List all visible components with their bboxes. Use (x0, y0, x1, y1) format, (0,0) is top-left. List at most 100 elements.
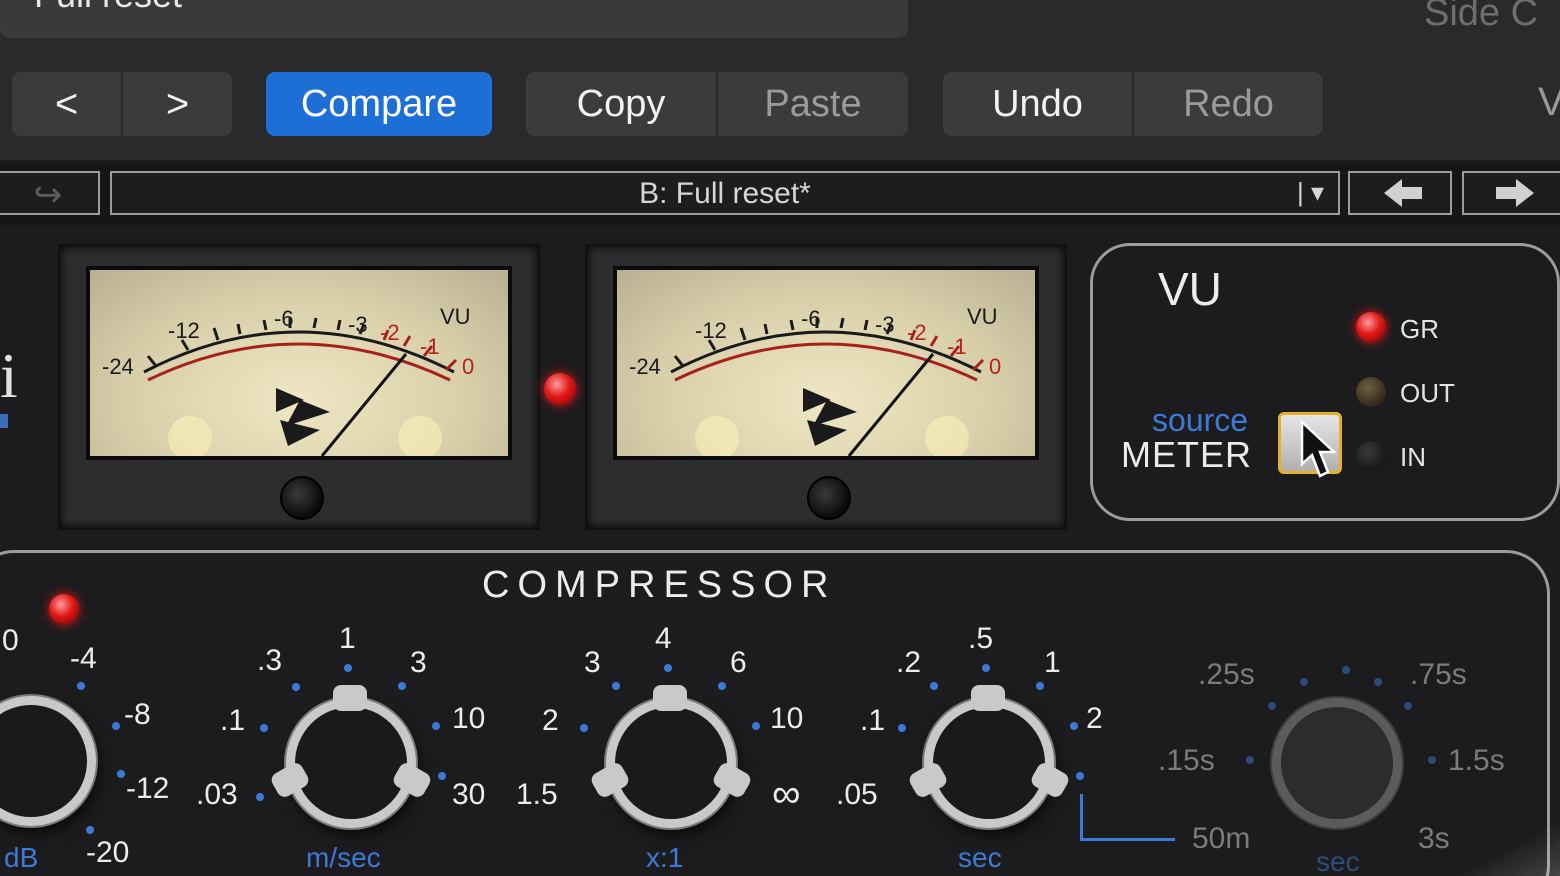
vu-meter-left: -24 -12 -6 -3 VU -2 -1 0 (58, 244, 540, 530)
release-knob[interactable] (906, 685, 1072, 828)
attack-tick (432, 722, 440, 730)
ratio-scale-label: 1.5 (516, 778, 558, 811)
copy-button[interactable]: Copy (526, 72, 716, 136)
vu-scale-label: -3 (348, 312, 368, 337)
vu-scale-label: -2 (907, 320, 927, 345)
plugin-redo-button[interactable]: ↪ (0, 171, 100, 215)
preset-menu-label: Full reset (34, 0, 182, 16)
vu-logo-icon (803, 388, 857, 446)
release-scale-label: .05 (836, 778, 878, 811)
previous-preset-button[interactable]: < (12, 72, 121, 136)
meter-label: METER (1121, 434, 1252, 475)
vu-scale-svg: -24 -12 -6 -3 VU -2 -1 0 (629, 304, 1001, 456)
vu-meter-right: -24 -12 -6 -3 VU -2 -1 0 (585, 244, 1067, 530)
ratio-scale-label: 6 (730, 646, 747, 679)
auto-release-scale-label: 50m (1192, 822, 1251, 855)
plugin-prev-preset-button[interactable] (1348, 171, 1452, 215)
release-scale-label: .5 (968, 622, 994, 655)
plugin-preset-name: B: Full reset* (639, 177, 811, 210)
release-unit-label: sec (958, 842, 1002, 873)
release-scale-label: 2 (1086, 702, 1103, 735)
vu-needle (320, 353, 408, 456)
vu-meter-face: -24 -12 -6 -3 VU -2 -1 0 (86, 266, 512, 460)
vu-scale-label: -24 (102, 354, 134, 379)
threshold-scale-label: -8 (124, 698, 151, 731)
preset-nav-group: < > (12, 72, 232, 136)
attack-unit-label: m/sec (306, 842, 381, 873)
threshold-scale-label: 0 (2, 624, 19, 657)
out-label: OUT (1400, 378, 1455, 408)
redo-icon: ↪ (33, 176, 63, 214)
auto-release-tick (1246, 756, 1254, 764)
auto-release-tick (1300, 678, 1308, 686)
undo-redo-group: Undo Redo (943, 72, 1323, 136)
redo-button[interactable]: Redo (1132, 72, 1323, 136)
vu-scale-label: 0 (989, 354, 1001, 379)
next-preset-button[interactable]: > (121, 72, 232, 136)
vu-logo-icon (276, 388, 330, 446)
brand-logo-fragment: i (0, 340, 18, 411)
attack-knob[interactable] (268, 685, 434, 828)
vu-meter-face: -24 -12 -6 -3 VU -2 -1 0 (613, 266, 1039, 460)
release-tick (898, 724, 906, 732)
meter-zero-screw[interactable] (280, 476, 324, 520)
side-chain-label[interactable]: Side C (1424, 0, 1538, 35)
attack-tick (344, 664, 352, 672)
in-label: IN (1400, 442, 1426, 472)
plugin-next-preset-button[interactable] (1462, 171, 1560, 215)
auto-release-tick (1268, 702, 1276, 710)
meter-zero-screw[interactable] (807, 476, 851, 520)
ratio-scale-label: ∞ (772, 772, 801, 816)
paste-button[interactable]: Paste (716, 72, 908, 136)
ratio-tick (664, 664, 672, 672)
threshold-tick (77, 682, 85, 690)
view-menu[interactable]: V (1538, 80, 1560, 125)
vu-scale-label: -12 (695, 318, 727, 343)
vu-scale-label: -2 (380, 320, 400, 345)
auto-release-tick (1428, 756, 1436, 764)
vu-unit-label: VU (440, 304, 471, 329)
vu-scale-label: -1 (420, 334, 440, 359)
auto-release-tick (1404, 702, 1412, 710)
threshold-tick (117, 770, 125, 778)
plugin-window: Full reset ⌄ Side C < > Compare Copy Pas… (0, 0, 1560, 876)
threshold-tick (86, 826, 94, 834)
out-led (1356, 377, 1386, 407)
vu-panel-title: VU (1158, 263, 1222, 315)
plugin-preset-bar: ↪ B: Full reset* | ▾ (0, 163, 1560, 225)
attack-tick (398, 682, 406, 690)
auto-release-tick (1374, 678, 1382, 686)
compressor-title: COMPRESSOR (482, 564, 837, 606)
threshold-scale-label: -20 (86, 836, 130, 869)
release-scale-label: 1 (1044, 646, 1061, 679)
threshold-scale-label: -12 (126, 772, 170, 805)
ratio-tick (718, 682, 726, 690)
ratio-scale-label: 4 (655, 622, 672, 655)
vu-scale-label: -6 (801, 306, 821, 331)
plugin-header: Full reset ⌄ Side C < > Compare Copy Pas… (0, 0, 1560, 160)
ratio-knob[interactable] (588, 685, 754, 828)
vu-unit-label: VU (967, 304, 998, 329)
release-tick (1076, 772, 1084, 780)
attack-scale-label: .1 (220, 704, 246, 737)
brand-logo-accent (0, 414, 8, 428)
auto-release-scale-label: 3s (1418, 822, 1450, 855)
threshold-scale-label: -4 (70, 642, 97, 675)
compare-button[interactable]: Compare (266, 72, 492, 136)
link-indicator-led (544, 373, 576, 405)
mouse-pointer-icon (1300, 420, 1338, 478)
preset-menu[interactable]: Full reset ⌄ (0, 0, 908, 38)
vu-needle (847, 353, 935, 456)
auto-release-scale-label: 1.5s (1448, 744, 1505, 777)
chevron-down-icon: ⌄ (866, 0, 889, 1)
ratio-tick (752, 722, 760, 730)
auto-release-knob[interactable] (1272, 698, 1402, 828)
gr-label: GR (1400, 314, 1439, 344)
attack-scale-label: 3 (410, 646, 427, 679)
threshold-unit-label: dB (4, 842, 39, 873)
plugin-preset-selector[interactable]: B: Full reset* | ▾ (110, 171, 1340, 215)
undo-button[interactable]: Undo (943, 72, 1132, 136)
attack-scale-label: 1 (339, 622, 356, 655)
auto-release-scale-label: .25s (1198, 658, 1255, 691)
auto-release-tick (1342, 666, 1350, 674)
